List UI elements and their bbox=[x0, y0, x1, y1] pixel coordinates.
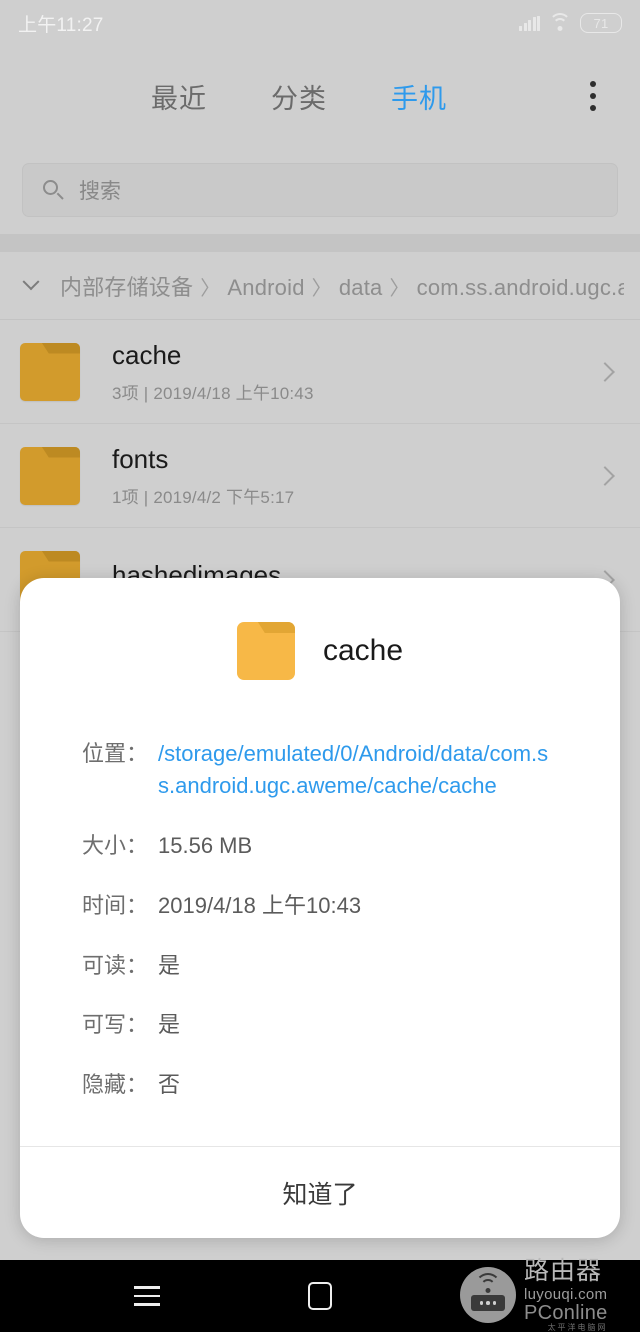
list-item[interactable]: cache 3项 | 2019/4/18 上午10:43 bbox=[0, 320, 640, 424]
breadcrumb-path[interactable]: 内部存储设备〉Android〉data〉com.ss.android.ugc.a… bbox=[46, 270, 624, 302]
top-tab-bar: 最近 分类 手机 bbox=[0, 46, 640, 146]
detail-value: 否 bbox=[158, 1072, 181, 1098]
detail-row-time: 时间： 2019/4/18 上午10:43 bbox=[20, 890, 620, 922]
dialog-title: cache bbox=[322, 634, 404, 667]
list-item-name: fonts bbox=[112, 443, 169, 474]
search-placeholder: 搜索 bbox=[79, 180, 121, 203]
breadcrumb-separator: 〉 bbox=[311, 277, 332, 300]
chevron-right-icon[interactable] bbox=[590, 361, 620, 382]
detail-label: 时间： bbox=[82, 892, 149, 918]
chevron-down-icon[interactable] bbox=[16, 272, 46, 292]
wifi-icon bbox=[549, 13, 571, 31]
breadcrumb-separator: 〉 bbox=[200, 277, 221, 300]
tab-group: 最近 分类 手机 bbox=[0, 77, 558, 116]
ok-button[interactable]: 知道了 bbox=[20, 1147, 620, 1238]
file-info-dialog: cache 位置： /storage/emulated/0/Android/da… bbox=[20, 578, 620, 1238]
breadcrumb-segment[interactable]: data bbox=[339, 275, 383, 300]
section-divider bbox=[0, 234, 640, 252]
detail-row-readable: 可读： 是 bbox=[20, 950, 620, 982]
detail-label: 可写： bbox=[82, 1012, 149, 1038]
list-item-subtitle: 3项 | 2019/4/18 上午10:43 bbox=[112, 384, 314, 404]
detail-row-size: 大小： 15.56 MB bbox=[20, 830, 620, 862]
detail-value: 是 bbox=[158, 952, 181, 978]
breadcrumb[interactable]: 内部存储设备〉Android〉data〉com.ss.android.ugc.a… bbox=[0, 252, 640, 320]
chevron-right-icon[interactable] bbox=[590, 465, 620, 486]
detail-label: 隐藏： bbox=[82, 1072, 149, 1098]
tab-recent[interactable]: 最近 bbox=[151, 77, 207, 116]
breadcrumb-segment[interactable]: 内部存储设备 bbox=[60, 275, 193, 300]
search-icon bbox=[43, 180, 64, 200]
battery-icon: 71 bbox=[580, 13, 622, 33]
breadcrumb-separator: 〉 bbox=[389, 277, 410, 300]
tab-phone[interactable]: 手机 bbox=[391, 77, 447, 116]
folder-icon bbox=[20, 446, 80, 505]
detail-value: 15.56 MB bbox=[158, 832, 253, 858]
list-item-meta: cache 3项 | 2019/4/18 上午10:43 bbox=[80, 339, 590, 405]
battery-level: 71 bbox=[593, 15, 609, 31]
detail-row-location: 位置： /storage/emulated/0/Android/data/com… bbox=[20, 738, 620, 802]
list-item-subtitle: 1项 | 2019/4/2 下午5:17 bbox=[112, 488, 295, 508]
overflow-menu-icon[interactable] bbox=[558, 61, 628, 131]
detail-row-hidden: 隐藏： 否 bbox=[20, 1069, 620, 1101]
dialog-header: cache bbox=[20, 578, 620, 714]
detail-value: 2019/4/18 上午10:43 bbox=[158, 892, 362, 918]
nav-back-icon[interactable] bbox=[461, 1270, 525, 1322]
dialog-body: 位置： /storage/emulated/0/Android/data/com… bbox=[20, 714, 620, 1146]
phone-screen: 上午11:27 71 最近 分类 手机 搜索 内部存储设备 〉 Android … bbox=[0, 0, 640, 1260]
breadcrumb-segment[interactable]: com.ss.android.ugc.aweme bbox=[417, 275, 624, 300]
status-time: 上午11:27 bbox=[18, 14, 104, 36]
detail-label: 可读： bbox=[82, 952, 149, 978]
cellular-signal-icon bbox=[519, 15, 540, 31]
dialog-footer: 知道了 bbox=[20, 1146, 620, 1238]
detail-row-writable: 可写： 是 bbox=[20, 1009, 620, 1041]
status-bar: 上午11:27 71 bbox=[0, 0, 640, 46]
search-bar: 搜索 bbox=[0, 146, 640, 234]
folder-icon bbox=[236, 622, 295, 680]
list-item-name: cache bbox=[112, 339, 182, 370]
android-nav-bar bbox=[0, 1260, 640, 1332]
detail-label: 位置： bbox=[82, 741, 149, 766]
detail-label: 大小： bbox=[82, 832, 149, 858]
tab-categories[interactable]: 分类 bbox=[271, 77, 327, 116]
breadcrumb-segment[interactable]: Android bbox=[227, 275, 304, 300]
list-item-meta: fonts 1项 | 2019/4/2 下午5:17 bbox=[80, 443, 590, 509]
detail-value[interactable]: /storage/emulated/0/Android/data/com.ss.… bbox=[148, 738, 558, 802]
nav-menu-icon[interactable] bbox=[115, 1270, 179, 1322]
folder-icon bbox=[20, 342, 80, 401]
search-input[interactable]: 搜索 bbox=[22, 163, 618, 217]
detail-value: 是 bbox=[158, 1012, 181, 1038]
status-icons: 71 bbox=[519, 13, 622, 33]
list-item[interactable]: fonts 1项 | 2019/4/2 下午5:17 bbox=[0, 424, 640, 528]
nav-home-icon[interactable] bbox=[288, 1270, 352, 1322]
